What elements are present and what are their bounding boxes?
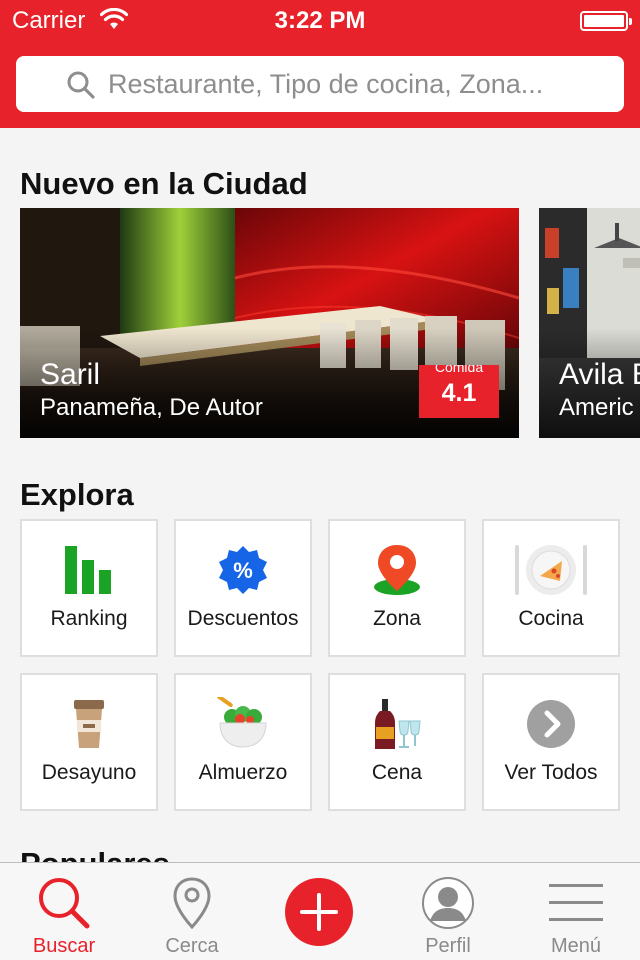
ranking-bars-icon (22, 541, 156, 599)
chevron-right-icon (484, 695, 618, 753)
app-header: Carrier 3:22 PM (0, 0, 640, 128)
explore-tile-descuentos[interactable]: % Descuentos (174, 519, 312, 657)
svg-text:%: % (233, 558, 253, 583)
restaurant-cuisine: Americ (559, 394, 634, 421)
restaurant-name: Saril (40, 358, 101, 391)
coffee-cup-icon (22, 695, 156, 753)
search-input[interactable] (108, 56, 608, 112)
explore-tile-cena[interactable]: Cena (328, 673, 466, 811)
new-in-city-title: Nuevo en la Ciudad (20, 166, 308, 201)
restaurant-card[interactable]: Avila B Americ (539, 208, 640, 438)
tile-label: Ver Todos (504, 761, 598, 784)
search-bar[interactable] (16, 56, 624, 112)
tile-label: Almuerzo (198, 761, 288, 784)
explore-title: Explora (20, 477, 134, 512)
tab-bar: Buscar Cerca Perfil Menú (0, 862, 640, 960)
rating-value: 4.1 (441, 379, 477, 407)
tab-label: Cerca (165, 935, 219, 957)
tab-cerca[interactable]: Cerca (128, 863, 256, 960)
plate-cutlery-icon (484, 541, 618, 599)
explore-tile-ver-todos[interactable]: Ver Todos (482, 673, 620, 811)
tab-label: Buscar (32, 935, 96, 957)
rating-badge: Comida 4.1 (419, 365, 499, 418)
hamburger-menu-icon (512, 875, 640, 931)
wine-glasses-icon (330, 695, 464, 753)
rating-label: Comida (434, 365, 484, 375)
location-pin-outline-icon (128, 875, 256, 931)
tile-label: Desayuno (41, 761, 137, 784)
explore-tile-zona[interactable]: Zona (328, 519, 466, 657)
status-time: 3:22 PM (274, 7, 366, 34)
restaurant-card[interactable]: Saril Panameña, De Autor Comida 4.1 (20, 208, 519, 438)
explore-tile-ranking[interactable]: Ranking (20, 519, 158, 657)
location-pin-icon (330, 541, 464, 599)
add-button[interactable] (285, 878, 353, 946)
battery-icon (580, 11, 632, 31)
status-bar: Carrier 3:22 PM (0, 0, 640, 40)
tab-perfil[interactable]: Perfil (384, 863, 512, 960)
explore-tile-desayuno[interactable]: Desayuno (20, 673, 158, 811)
search-icon (0, 875, 128, 931)
tab-menu[interactable]: Menú (512, 863, 640, 960)
tile-label: Cocina (518, 607, 584, 630)
salad-bowl-icon (176, 695, 310, 753)
tile-label: Zona (373, 607, 421, 630)
tile-label: Cena (371, 761, 423, 784)
profile-icon (384, 875, 512, 931)
discount-badge-icon: % (176, 541, 310, 599)
restaurant-name: Avila B (559, 358, 640, 391)
tile-label: Ranking (50, 607, 128, 630)
tab-buscar[interactable]: Buscar (0, 863, 128, 960)
restaurant-cuisine: Panameña, De Autor (40, 394, 263, 421)
tab-label: Perfil (425, 935, 471, 957)
plus-icon (300, 893, 338, 931)
tile-label: Descuentos (187, 607, 299, 630)
search-icon (66, 70, 96, 105)
explore-tile-cocina[interactable]: Cocina (482, 519, 620, 657)
tab-label: Menú (550, 935, 602, 957)
explore-tile-almuerzo[interactable]: Almuerzo (174, 673, 312, 811)
